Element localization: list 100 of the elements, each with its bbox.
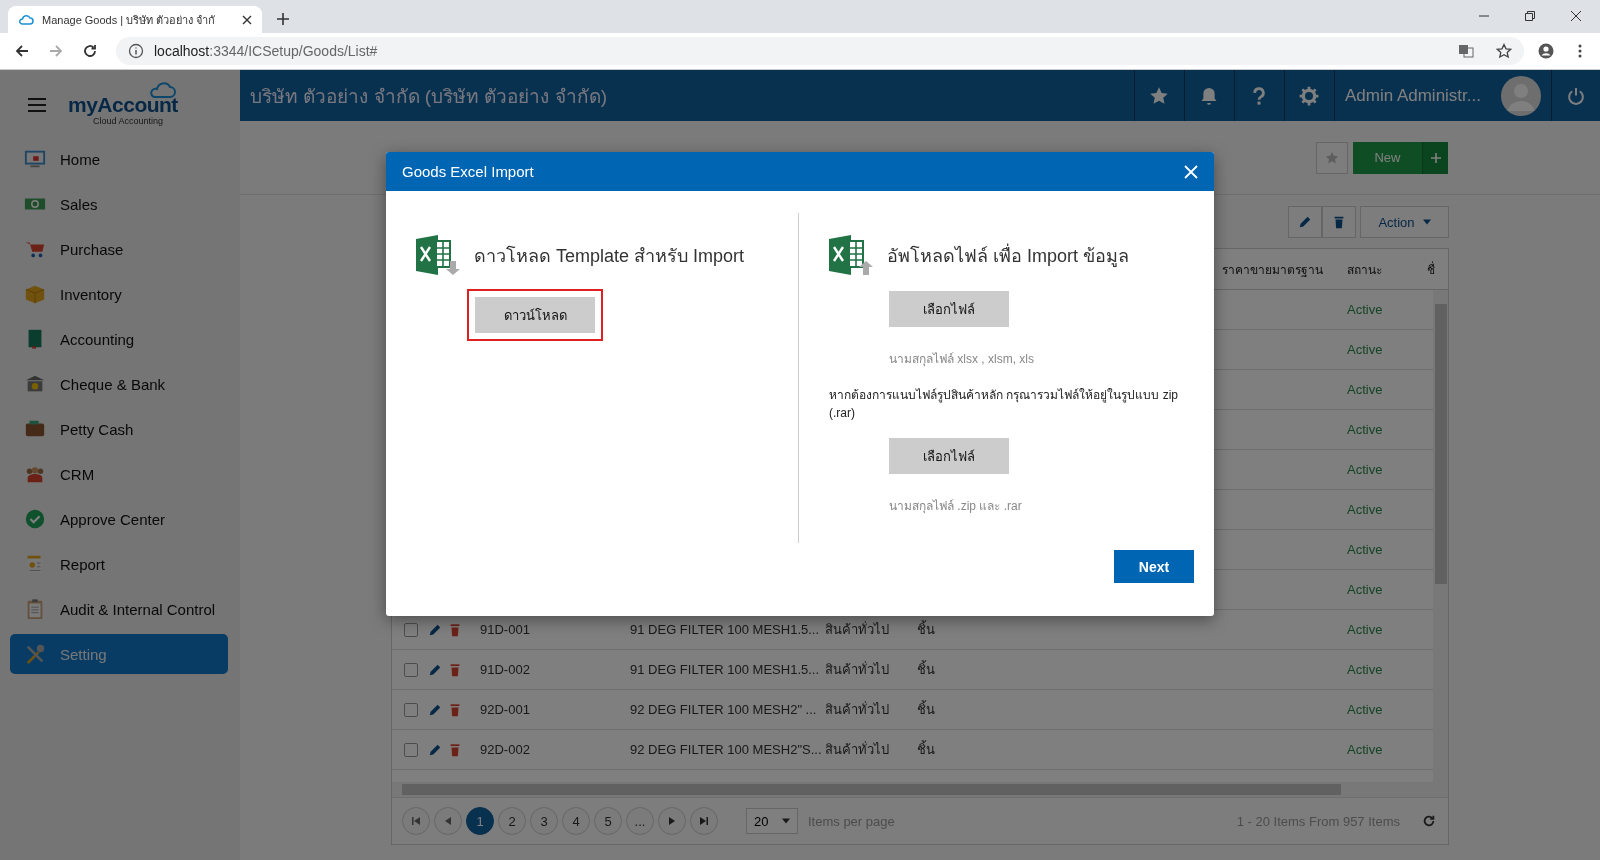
download-button[interactable]: ดาวน์โหลด: [475, 297, 595, 333]
sidebar-item[interactable]: Cheque & Bank: [10, 364, 228, 404]
page-button[interactable]: 4: [562, 807, 590, 835]
row-checkbox[interactable]: [404, 742, 418, 757]
sidebar-item[interactable]: Approve Center: [10, 499, 228, 539]
status-text: Active: [1347, 542, 1384, 557]
back-icon[interactable]: [14, 43, 30, 59]
page-button[interactable]: 5: [594, 807, 622, 835]
status-text: Active: [1347, 502, 1384, 517]
sidebar-item[interactable]: Setting: [10, 634, 228, 674]
tab-title: Manage Goods | บริษัท ตัวอย่าง จำกั: [42, 12, 217, 28]
table-cell-text: สินค้าทั่วไป: [825, 740, 890, 759]
company-name: บริษัท ตัวอย่าง จำกัด (บริษัท ตัวอย่าง จำกัด): [249, 84, 609, 109]
sidebar-item[interactable]: Accounting: [10, 319, 228, 359]
edit-icon[interactable]: [428, 622, 442, 637]
sidebar-item[interactable]: Petty Cash: [10, 409, 228, 449]
gear-icon: [1299, 85, 1320, 106]
first-page-icon: [412, 817, 420, 825]
add-button[interactable]: [1422, 141, 1448, 174]
pencil-icon: [1298, 215, 1312, 229]
caret-icon: [782, 817, 790, 825]
first-page-button[interactable]: [402, 807, 430, 835]
new-tab-icon[interactable]: [276, 12, 290, 26]
next-page-button[interactable]: [658, 807, 686, 835]
table-cell-text: ชิ้น: [917, 699, 936, 719]
delete-button[interactable]: [1322, 206, 1356, 238]
page-button[interactable]: 3: [530, 807, 558, 835]
previous-page-button[interactable]: [434, 807, 462, 835]
edit-button[interactable]: [1288, 206, 1322, 238]
table-cell-text: สินค้าทั่วไป: [825, 700, 890, 719]
translate-icon[interactable]: [1458, 43, 1474, 59]
url-text: localhost:3344/ICSetup/Goods/List#: [154, 43, 378, 59]
file-type-hint: นามสกุลไฟล์ xlsx , xlsm, xls: [889, 351, 1035, 368]
page-button[interactable]: 2: [498, 807, 526, 835]
row-checkbox[interactable]: [404, 622, 418, 637]
refresh-icon[interactable]: [1422, 814, 1436, 828]
sidebar-item[interactable]: Home: [10, 139, 228, 179]
check-circle-icon: [24, 508, 46, 530]
column-header[interactable]: สถานะ: [1347, 259, 1427, 279]
page-button[interactable]: ...: [626, 807, 654, 835]
row-checkbox[interactable]: [404, 702, 418, 717]
info-icon: [128, 43, 144, 59]
box-icon: [24, 283, 46, 305]
browser-tab[interactable]: Manage Goods | บริษัท ตัวอย่าง จำกั: [8, 6, 262, 33]
row-checkbox[interactable]: [404, 662, 418, 677]
reload-icon[interactable]: [82, 43, 98, 59]
status-text: Active: [1347, 662, 1384, 677]
plus-icon: [1429, 151, 1442, 164]
table-cell-text: ชิ้น: [917, 739, 936, 759]
table-cell-text: ชิ้น: [917, 659, 936, 679]
page-button[interactable]: 1: [466, 807, 494, 835]
edit-icon[interactable]: [428, 742, 442, 757]
caret-icon: [1422, 218, 1431, 226]
table-cell-text: 91 DEG FILTER 100 MESH1.5...: [630, 622, 821, 637]
sidebar-item[interactable]: Inventory: [10, 274, 228, 314]
delete-icon[interactable]: [448, 702, 462, 717]
file-type-hint: นามสกุลไฟล์ .zip และ .rar: [889, 498, 1023, 515]
action-dropdown[interactable]: Action: [1360, 206, 1449, 238]
delete-icon[interactable]: [448, 622, 462, 637]
page-size-select[interactable]: 20: [746, 808, 798, 834]
close-icon[interactable]: [1570, 10, 1582, 22]
choose-file-button[interactable]: เลือกไฟล์: [889, 291, 1009, 327]
horizontal-scrollbar[interactable]: [392, 782, 1433, 797]
sidebar-item[interactable]: Report: [10, 544, 228, 584]
trash-icon: [1332, 215, 1346, 229]
choose-file-button[interactable]: เลือกไฟล์: [889, 438, 1009, 474]
previous-icon: [444, 817, 452, 825]
tools-icon: [24, 643, 46, 665]
sidebar-item[interactable]: Purchase: [10, 229, 228, 269]
sidebar-item[interactable]: Sales: [10, 184, 228, 224]
user-name[interactable]: Admin Administr...: [1344, 85, 1481, 106]
forward-icon[interactable]: [48, 43, 64, 59]
close-icon[interactable]: [242, 14, 252, 25]
delete-icon[interactable]: [448, 662, 462, 677]
edit-icon[interactable]: [428, 662, 442, 677]
table-cell-text: สินค้าทั่วไป: [825, 620, 890, 639]
last-page-icon: [700, 817, 708, 825]
next-button[interactable]: Next: [1114, 550, 1194, 583]
zip-note: หากต้องการแนบไฟล์รูปสินค้าหลัก กรุณารวมไฟล์ให้อยู่ในรูปแบบ zip (.rar): [829, 387, 1179, 422]
cloud-icon: [147, 81, 176, 98]
spreadsheet-upload-icon: [829, 235, 873, 275]
menu-icon[interactable]: [28, 97, 46, 112]
edit-icon[interactable]: [428, 702, 442, 717]
table-cell-text: 91D-001: [480, 622, 531, 637]
table-cell-text: 91 DEG FILTER 100 MESH1.5...: [630, 662, 821, 677]
avatar-icon[interactable]: [1501, 75, 1541, 116]
sidebar-item[interactable]: CRM: [10, 454, 228, 494]
column-header[interactable]: ชื่: [1427, 259, 1448, 279]
new-button[interactable]: New: [1353, 141, 1422, 174]
table-cell-text: 91D-002: [480, 662, 531, 677]
profile-icon[interactable]: [1538, 43, 1554, 59]
star-icon[interactable]: [1496, 43, 1512, 59]
vertical-scrollbar[interactable]: [1433, 290, 1448, 797]
table-cell-text: 92D-002: [480, 742, 531, 757]
delete-icon[interactable]: [448, 742, 462, 757]
sidebar-item[interactable]: Audit & Internal Control: [10, 589, 228, 629]
restore-icon[interactable]: [1524, 10, 1536, 22]
address-field[interactable]: localhost:3344/ICSetup/Goods/List#: [116, 37, 1524, 65]
last-page-button[interactable]: [690, 807, 718, 835]
column-header[interactable]: ราคาขายมาตรฐาน: [1222, 259, 1347, 279]
